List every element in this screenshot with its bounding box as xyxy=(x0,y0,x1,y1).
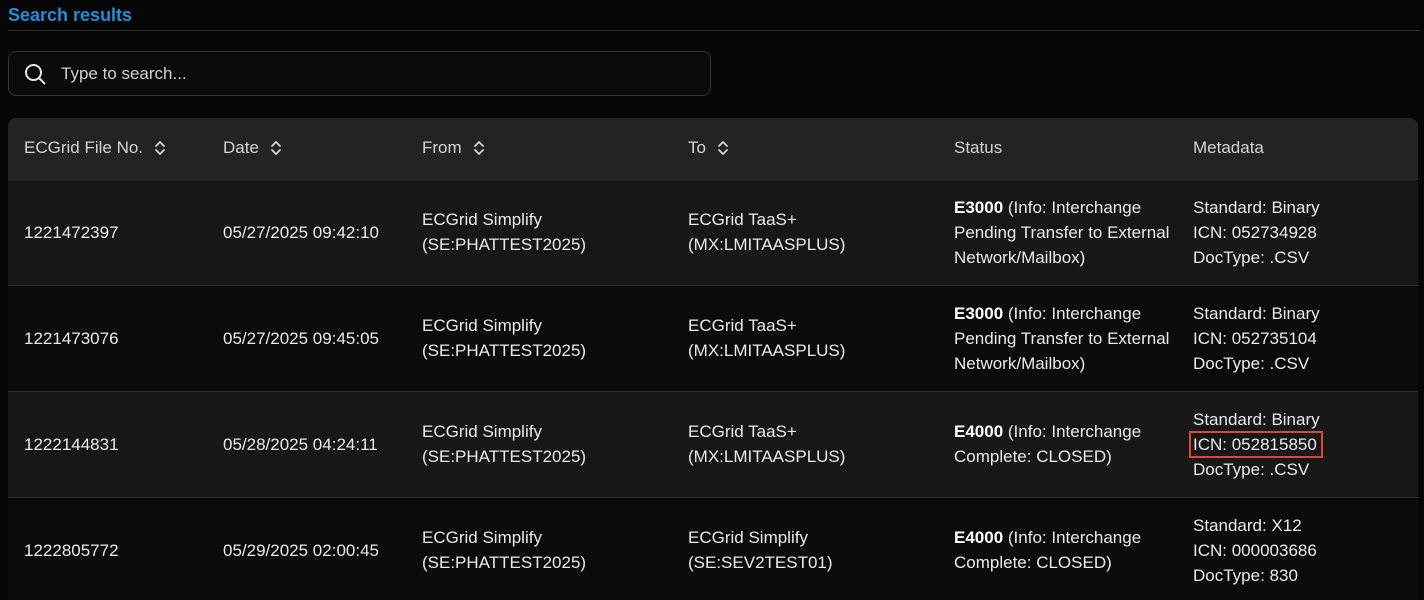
to-id: (MX:LMITAASPLUS) xyxy=(688,341,846,360)
icn-highlight-box: ICN: 052815850 xyxy=(1189,430,1323,458)
column-header-label: Status xyxy=(954,138,1003,158)
meta-icn: ICN: 052735104 xyxy=(1193,328,1317,348)
to-name: ECGrid TaaS+ xyxy=(688,422,797,441)
to-id: (MX:LMITAASPLUS) xyxy=(688,447,846,466)
sort-icon[interactable] xyxy=(472,139,486,157)
from-id: (SE:PHATTEST2025) xyxy=(422,235,587,254)
from-name: ECGrid Simplify xyxy=(422,528,542,548)
column-header-file-no[interactable]: ECGrid File No. xyxy=(8,118,207,179)
column-header-from[interactable]: From xyxy=(406,118,672,179)
title-divider xyxy=(8,30,1420,31)
cell-date: 05/27/2025 09:42:10 xyxy=(223,222,379,242)
column-header-to[interactable]: To xyxy=(672,118,938,179)
status-code: E3000 xyxy=(954,197,1004,217)
cell-date: 05/29/2025 02:00:45 xyxy=(223,540,379,560)
from-name: ECGrid Simplify xyxy=(422,210,542,229)
table-row[interactable]: 1221472397 05/27/2025 09:42:10 ECGrid Si… xyxy=(8,179,1418,285)
from-name: ECGrid Simplify xyxy=(422,316,542,335)
from-id: (SE:PHATTEST2025) xyxy=(422,447,587,466)
cell-metadata: Standard: Binary ICN: 052815850 DocType:… xyxy=(1177,391,1418,497)
cell-to: ECGrid TaaS+ (MX:LMITAASPLUS) xyxy=(672,285,938,391)
cell-file-no: 1221473076 xyxy=(24,328,119,348)
meta-standard: Standard: Binary xyxy=(1193,303,1320,323)
meta-icn: ICN: 000003686 xyxy=(1193,540,1317,560)
cell-from: ECGrid Simplify (SE:PHATTEST2025) xyxy=(406,497,672,600)
search-input[interactable] xyxy=(59,62,710,85)
sort-icon[interactable] xyxy=(153,139,167,157)
to-id: (SE:SEV2TEST01) xyxy=(688,553,833,573)
meta-standard: Standard: Binary xyxy=(1193,409,1320,429)
meta-doctype: DocType: .CSV xyxy=(1193,459,1310,479)
cell-to: ECGrid Simplify (SE:SEV2TEST01) xyxy=(672,497,938,600)
cell-metadata: Standard: Binary ICN: 052735104 DocType:… xyxy=(1177,285,1418,391)
cell-file-no: 1222805772 xyxy=(24,540,119,560)
page-title: Search results xyxy=(8,5,133,25)
column-header-label: To xyxy=(688,138,706,158)
column-header-label: ECGrid File No. xyxy=(24,138,144,158)
results-table: ECGrid File No. Date From To Status Meta… xyxy=(8,118,1418,600)
to-name: ECGrid Simplify xyxy=(688,528,808,548)
table-row[interactable]: 1221473076 05/27/2025 09:45:05 ECGrid Si… xyxy=(8,285,1418,391)
cell-date: 05/27/2025 09:45:05 xyxy=(223,328,379,348)
meta-doctype: DocType: .CSV xyxy=(1193,247,1310,267)
column-header-status: Status xyxy=(938,118,1177,179)
from-id: (SE:PHATTEST2025) xyxy=(422,553,587,573)
cell-to: ECGrid TaaS+ (MX:LMITAASPLUS) xyxy=(672,179,938,285)
sort-icon[interactable] xyxy=(716,139,730,157)
search-icon xyxy=(23,62,47,86)
cell-from: ECGrid Simplify (SE:PHATTEST2025) xyxy=(406,391,672,497)
cell-status: E3000 (Info: Interchange Pending Transfe… xyxy=(938,285,1177,391)
to-id: (MX:LMITAASPLUS) xyxy=(688,235,846,254)
cell-file-no: 1222144831 xyxy=(24,434,119,454)
cell-status: E4000 (Info: Interchange Complete: CLOSE… xyxy=(938,497,1177,600)
cell-to: ECGrid TaaS+ (MX:LMITAASPLUS) xyxy=(672,391,938,497)
status-code: E4000 xyxy=(954,528,1004,548)
sort-icon[interactable] xyxy=(269,139,283,157)
meta-standard: Standard: Binary xyxy=(1193,197,1320,217)
table-row[interactable]: 1222805772 05/29/2025 02:00:45 ECGrid Si… xyxy=(8,497,1418,600)
cell-from: ECGrid Simplify (SE:PHATTEST2025) xyxy=(406,285,672,391)
to-name: ECGrid TaaS+ xyxy=(688,210,797,229)
column-header-date[interactable]: Date xyxy=(207,118,406,179)
cell-status: E4000 (Info: Interchange Complete: CLOSE… xyxy=(938,391,1177,497)
column-header-label: Metadata xyxy=(1193,138,1264,158)
column-header-label: Date xyxy=(223,138,259,158)
cell-metadata: Standard: X12 ICN: 000003686 DocType: 83… xyxy=(1177,497,1418,600)
meta-icn: ICN: 052734928 xyxy=(1193,222,1317,242)
meta-standard: Standard: X12 xyxy=(1193,515,1302,535)
meta-doctype: DocType: .CSV xyxy=(1193,353,1310,373)
column-header-label: From xyxy=(422,138,462,158)
status-code: E4000 xyxy=(954,422,1004,441)
table-header-row: ECGrid File No. Date From To Status Meta… xyxy=(8,118,1418,179)
from-name: ECGrid Simplify xyxy=(422,422,542,441)
table-row[interactable]: 1222144831 05/28/2025 04:24:11 ECGrid Si… xyxy=(8,391,1418,497)
to-name: ECGrid TaaS+ xyxy=(688,316,797,335)
meta-icn-highlighted: ICN: 052815850 xyxy=(1189,430,1418,458)
cell-from: ECGrid Simplify (SE:PHATTEST2025) xyxy=(406,179,672,285)
meta-doctype: DocType: 830 xyxy=(1193,565,1298,585)
from-id: (SE:PHATTEST2025) xyxy=(422,341,587,360)
search-box[interactable] xyxy=(8,51,711,96)
cell-metadata: Standard: Binary ICN: 052734928 DocType:… xyxy=(1177,179,1418,285)
cell-status: E3000 (Info: Interchange Pending Transfe… xyxy=(938,179,1177,285)
cell-date: 05/28/2025 04:24:11 xyxy=(223,434,378,454)
cell-file-no: 1221472397 xyxy=(24,222,119,242)
column-header-metadata: Metadata xyxy=(1177,118,1418,179)
status-code: E3000 xyxy=(954,303,1004,323)
